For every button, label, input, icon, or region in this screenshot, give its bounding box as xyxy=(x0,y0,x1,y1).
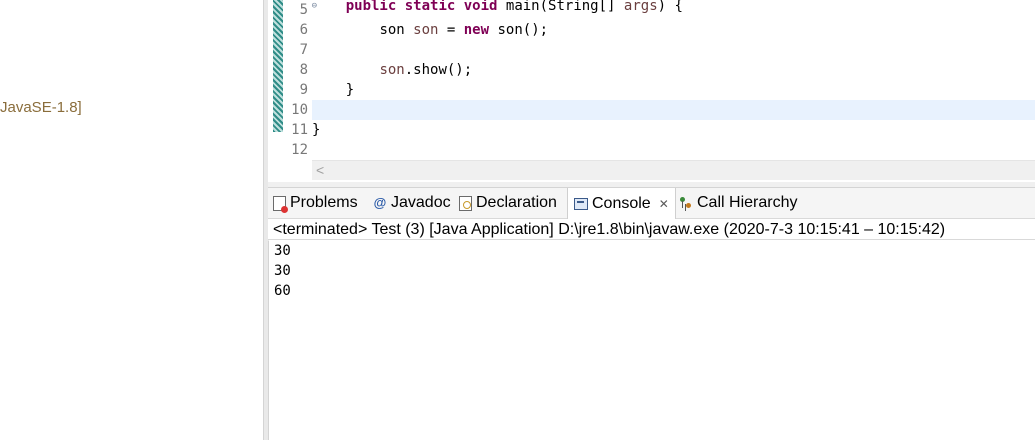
output-line: 30 xyxy=(274,243,291,259)
tab-label: Declaration xyxy=(476,194,557,211)
output-line: 30 xyxy=(274,263,291,279)
line-number: 5 ⊖ xyxy=(283,0,317,20)
tab-label: Console xyxy=(592,194,651,212)
current-code-line[interactable] xyxy=(312,100,1035,120)
line-number-ruler: 5 ⊖ 6 7 8 9 10 11 12 xyxy=(283,0,317,160)
horizontal-scrollbar[interactable]: < xyxy=(312,160,1035,180)
code-line-12[interactable] xyxy=(312,140,1035,160)
java-editor[interactable]: 5 ⊖ 6 7 8 9 10 11 12 public static void m… xyxy=(268,0,1035,182)
call-hierarchy-icon xyxy=(679,196,693,210)
problems-icon xyxy=(273,195,288,213)
tab-label: Problems xyxy=(290,194,358,211)
code-line-11[interactable]: } xyxy=(312,120,1035,140)
line-number: 6 xyxy=(299,22,308,38)
tab-label: Javadoc xyxy=(391,194,451,211)
console-status-line: <terminated> Test (3) [Java Application]… xyxy=(268,219,1035,240)
line-number: 7 xyxy=(299,42,308,58)
line-number: 8 xyxy=(299,62,308,78)
line-number: 9 xyxy=(299,82,308,98)
output-line: 60 xyxy=(274,283,291,299)
tab-javadoc[interactable]: @ Javadoc xyxy=(373,188,451,218)
package-explorer: JavaSE-1.8] xyxy=(0,0,263,440)
tab-problems[interactable]: Problems xyxy=(273,188,358,218)
line-number: 11 xyxy=(291,122,308,138)
console-output[interactable]: 30 30 60 xyxy=(268,241,1035,440)
code-line-7[interactable] xyxy=(312,40,1035,60)
code-line-5[interactable]: public static void main(String[] args) { xyxy=(312,0,1035,16)
code-line-9[interactable]: } xyxy=(312,80,1035,100)
code-area[interactable]: public static void main(String[] args) {… xyxy=(312,0,1035,160)
annotation-ruler xyxy=(273,0,283,132)
close-icon[interactable]: ✕ xyxy=(659,189,669,219)
line-number: 12 xyxy=(291,142,308,158)
jre-system-library-label[interactable]: JavaSE-1.8] xyxy=(0,99,82,116)
tab-console[interactable]: Console ✕ xyxy=(567,188,676,219)
tab-label: Call Hierarchy xyxy=(697,194,798,211)
tab-call-hierarchy[interactable]: Call Hierarchy xyxy=(679,188,797,218)
tab-declaration[interactable]: Declaration xyxy=(459,188,557,218)
line-number: 10 xyxy=(291,102,308,118)
declaration-icon xyxy=(459,195,472,211)
view-tab-bar: Problems @ Javadoc Declaration Console ✕… xyxy=(268,188,1035,219)
code-line-8[interactable]: son.show(); xyxy=(312,60,1035,80)
scroll-left-icon[interactable]: < xyxy=(316,161,324,180)
code-line-6[interactable]: son son = new son(); xyxy=(312,20,1035,40)
javadoc-icon: @ xyxy=(373,195,387,210)
console-icon xyxy=(574,198,588,210)
